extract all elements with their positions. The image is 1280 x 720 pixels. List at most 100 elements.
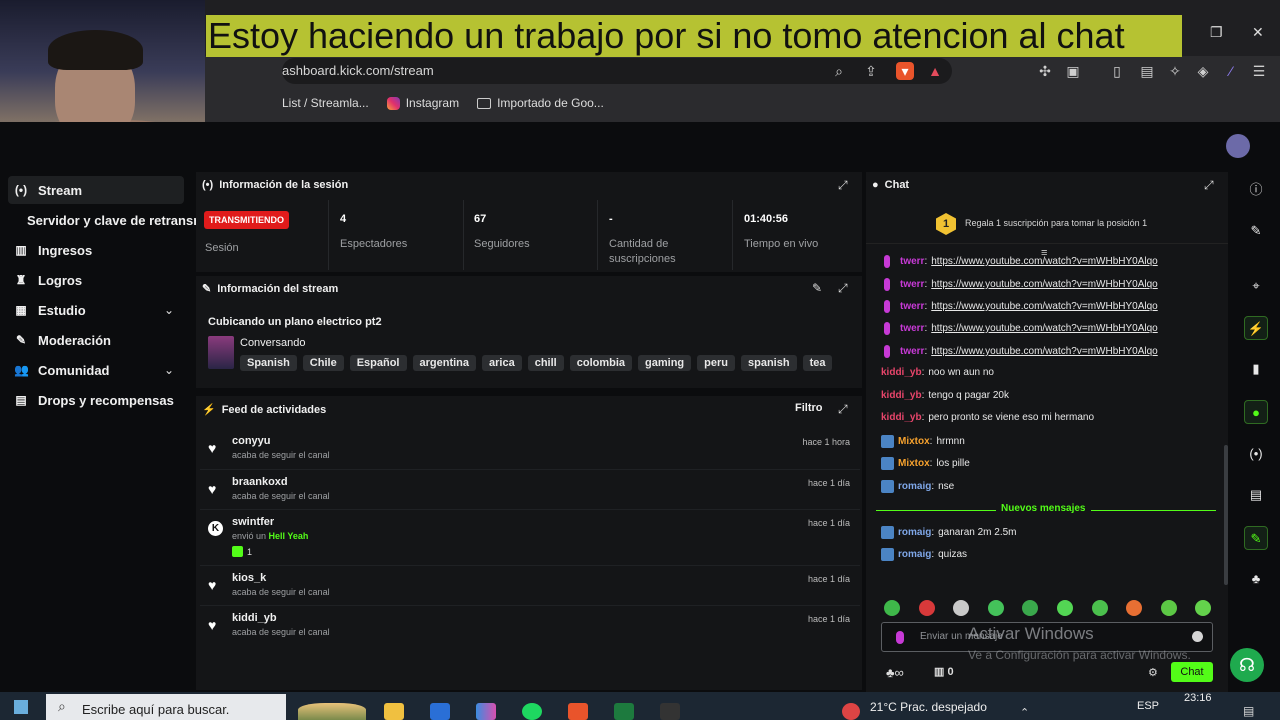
sidebar-item-estudio[interactable]: ▦ Estudio [14, 299, 85, 321]
floating-action-button[interactable]: ☊ [1230, 648, 1264, 682]
chat-username[interactable]: romaig [898, 527, 931, 538]
tag[interactable]: gaming [638, 355, 692, 371]
chat-username[interactable]: twerr [900, 279, 924, 290]
popout-icon[interactable]: ⤢ [1204, 178, 1214, 193]
feed-user[interactable]: swintfer [232, 516, 274, 528]
address-bar[interactable]: ashboard.kick.com/stream [282, 58, 952, 84]
filter-button[interactable]: Filtro [795, 402, 823, 414]
tag[interactable]: peru [697, 355, 735, 371]
info-icon[interactable]: ⓘ [1244, 178, 1268, 202]
tag[interactable]: tea [802, 355, 833, 371]
chat-username[interactable]: twerr [900, 256, 924, 267]
notifications-icon[interactable]: ▤ [1243, 704, 1254, 718]
pencil-icon[interactable]: ✎ [1244, 219, 1268, 243]
outlook-icon[interactable] [430, 703, 450, 720]
category-name[interactable]: Conversando [240, 337, 305, 349]
chat-link[interactable]: https://www.youtube.com/watch?v=mWHbHY0A… [931, 301, 1157, 312]
popout-icon[interactable]: ⤢ [838, 402, 848, 417]
tag[interactable]: Spanish [240, 355, 297, 371]
chat-icon[interactable]: ● [1244, 400, 1268, 424]
file-explorer-icon[interactable] [384, 703, 404, 720]
settings-icon[interactable]: ⚙ [1148, 666, 1158, 679]
users-icon[interactable]: ♣ [1244, 567, 1268, 591]
chat-link[interactable]: https://www.youtube.com/watch?v=mWHbHY0A… [931, 279, 1157, 290]
feed-user[interactable]: braankoxd [232, 476, 288, 488]
gift-leaderboard[interactable]: 1 Regala 1 suscripción para tomar la pos… [866, 204, 1228, 244]
emoji-icon[interactable] [1192, 631, 1203, 642]
bookmark-instagram[interactable]: Instagram [386, 96, 459, 110]
weather-icon[interactable] [842, 703, 860, 720]
widget-icon[interactable] [298, 703, 366, 720]
emote-icon[interactable] [1091, 600, 1108, 616]
clock[interactable]: 23:16 [1184, 692, 1212, 704]
bookmark-folder[interactable]: Importado de Goo... [477, 96, 604, 110]
sidebar-item-moderacion[interactable]: ✎ Moderación [14, 329, 111, 351]
menu-icon[interactable]: ☰ [1250, 62, 1268, 80]
chat-username[interactable]: Mixtox [898, 458, 930, 469]
popout-icon[interactable]: ⤢ [838, 178, 848, 193]
layers-icon[interactable]: ▤ [1244, 483, 1268, 507]
zoom-icon[interactable]: ⌕ [830, 62, 848, 80]
category-thumbnail[interactable] [208, 336, 234, 369]
chat-link[interactable]: https://www.youtube.com/watch?v=mWHbHY0A… [931, 256, 1157, 267]
sidebar-toggle-icon[interactable]: ▯ [1108, 62, 1126, 80]
restore-window-icon[interactable]: ❐ [1210, 24, 1223, 41]
note-icon[interactable]: ▮ [1244, 357, 1268, 381]
sidebar-item-stream[interactable]: (•) Stream [14, 179, 82, 201]
chevron-down-icon[interactable]: ⌄ [164, 303, 174, 317]
extensions-icon[interactable]: ✣ [1036, 62, 1054, 80]
emote-icon[interactable] [884, 600, 900, 616]
taskbar-search[interactable]: Escribe aquí para buscar. [46, 694, 286, 720]
emote-icon[interactable] [987, 600, 1004, 616]
chat-username[interactable]: twerr [900, 346, 924, 357]
brave-shields-icon[interactable]: ▾ [896, 62, 914, 80]
broadcast-icon[interactable]: (•) [1244, 442, 1268, 466]
emote-icon[interactable] [1057, 600, 1073, 616]
brave-icon[interactable] [568, 703, 588, 720]
chat-link[interactable]: https://www.youtube.com/watch?v=mWHbHY0A… [931, 346, 1157, 357]
bolt-icon[interactable]: ⚡ [1244, 316, 1268, 340]
wrench-icon[interactable]: ✎ [1244, 526, 1268, 550]
sidebar-item-logros[interactable]: ♜ Logros [14, 269, 82, 291]
media-icon[interactable]: ▣ [1064, 62, 1082, 80]
sidebar-item-drops[interactable]: ▤ Drops y recompensas [14, 389, 174, 411]
infinity-icon[interactable]: ♣∞ [886, 665, 904, 680]
chat-username[interactable]: twerr [900, 301, 924, 312]
language-indicator[interactable]: ESP [1137, 700, 1159, 712]
excel-icon[interactable] [614, 703, 634, 720]
pen-extension-icon[interactable]: ⁄ [1222, 62, 1240, 80]
feed-user[interactable]: conyyu [232, 435, 271, 447]
chat-username[interactable]: romaig [898, 481, 931, 492]
spotify-icon[interactable] [522, 703, 542, 720]
feed-user[interactable]: kios_k [232, 572, 266, 584]
chat-scrollbar[interactable] [1224, 445, 1228, 585]
chat-username[interactable]: kiddi_yb [881, 390, 922, 401]
sidebar-item-ingresos[interactable]: ▥ Ingresos [14, 239, 92, 261]
chevron-down-icon[interactable]: ⌄ [164, 363, 174, 377]
copilot-icon[interactable] [476, 703, 496, 720]
target-icon[interactable]: ⌖ [1244, 274, 1268, 298]
sidebar-item-server-key[interactable]: Servidor y clave de retransm [27, 209, 205, 231]
chat-username[interactable]: Mixtox [898, 436, 930, 447]
vpn-icon[interactable]: ◈ [1194, 62, 1212, 80]
tag[interactable]: argentina [412, 355, 477, 371]
tag[interactable]: chill [527, 355, 564, 371]
tag[interactable]: colombia [569, 355, 633, 371]
leo-ai-icon[interactable]: ✧ [1166, 62, 1184, 80]
chat-username[interactable]: romaig [898, 549, 931, 560]
share-icon[interactable]: ⇪ [862, 62, 880, 80]
tray-chevron-icon[interactable]: ⌃ [1020, 706, 1029, 719]
weather-text[interactable]: 21°C Prac. despejado [870, 700, 987, 714]
avatar[interactable] [1226, 134, 1250, 158]
bookmark-item[interactable]: List / Streamla... [282, 96, 369, 110]
chat-username[interactable]: kiddi_yb [881, 367, 922, 378]
tag[interactable]: Chile [302, 355, 344, 371]
chat-link[interactable]: https://www.youtube.com/watch?v=mWHbHY0A… [931, 323, 1157, 334]
wallet-icon[interactable]: ▤ [1138, 62, 1156, 80]
chat-username[interactable]: twerr [900, 323, 924, 334]
edit-icon[interactable]: ✎ [812, 281, 822, 295]
app-icon[interactable] [660, 703, 680, 720]
tag[interactable]: arica [482, 355, 522, 371]
emote-icon[interactable] [1160, 600, 1177, 616]
popout-icon[interactable]: ⤢ [838, 281, 848, 296]
